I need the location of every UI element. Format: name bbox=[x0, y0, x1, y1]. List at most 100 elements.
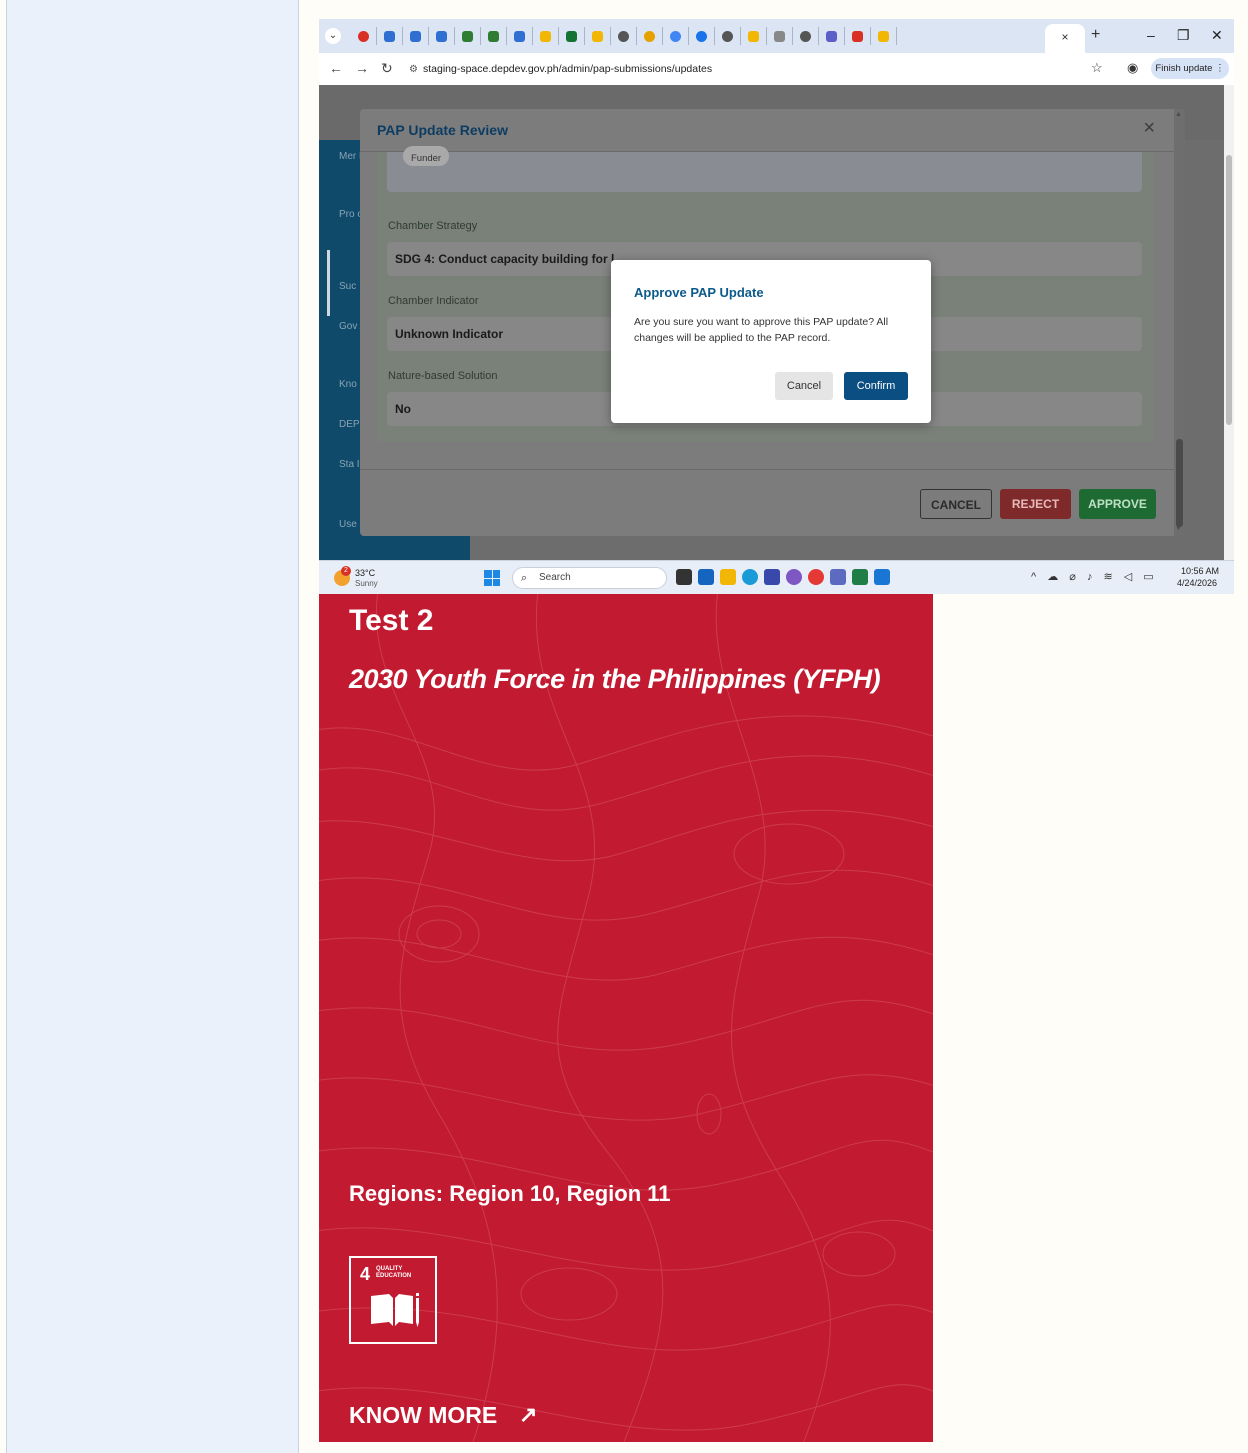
back-arrow-icon[interactable]: ← bbox=[329, 60, 343, 76]
tab-close-icon[interactable]: × bbox=[1061, 30, 1068, 44]
clock-time[interactable]: 10:56 AM bbox=[1181, 566, 1219, 576]
sdg-4-quality-education-badge: 4 QUALITY EDUCATION bbox=[349, 1256, 437, 1344]
sidebar-item[interactable]: Suc bbox=[339, 280, 356, 293]
forward-arrow-icon[interactable]: → bbox=[355, 60, 369, 76]
modal-close-icon[interactable]: × bbox=[1143, 117, 1155, 140]
tab[interactable] bbox=[819, 27, 845, 45]
scroll-up-icon[interactable]: ▲ bbox=[1175, 111, 1182, 118]
clock-date[interactable]: 4/24/2026 bbox=[1177, 578, 1217, 588]
url-field[interactable]: ⚙ staging-space.depdev.gov.ph/admin/pap-s… bbox=[409, 58, 1089, 80]
tab[interactable] bbox=[871, 27, 897, 45]
cancel-button[interactable]: CANCEL bbox=[920, 489, 992, 519]
new-tab-button[interactable]: + bbox=[1091, 26, 1100, 44]
sdg-label-line-1: QUALITY bbox=[376, 1266, 403, 1272]
search-label: Search bbox=[539, 572, 571, 583]
restore-button[interactable]: ❐ bbox=[1177, 27, 1190, 44]
dialog-title: Approve PAP Update bbox=[634, 285, 764, 300]
tab[interactable] bbox=[481, 27, 507, 45]
file-explorer-icon[interactable] bbox=[720, 569, 736, 585]
page-scrollbar-thumb[interactable] bbox=[1226, 155, 1232, 425]
tab[interactable] bbox=[351, 27, 377, 45]
dialog-message: Are you sure you want to approve this PA… bbox=[634, 316, 889, 344]
funder-field: Funder bbox=[387, 146, 1142, 192]
app-area: Mer Req Pro or F Ma Suc Gov Are Kno DEP … bbox=[319, 85, 1234, 560]
tab[interactable] bbox=[741, 27, 767, 45]
chamber-indicator-label: Chamber Indicator bbox=[388, 295, 479, 307]
know-more-link[interactable]: KNOW MORE bbox=[349, 1402, 497, 1429]
excel-icon[interactable] bbox=[852, 569, 868, 585]
tab[interactable] bbox=[403, 27, 429, 45]
tab-list bbox=[351, 27, 897, 45]
sidebar-active-indicator bbox=[327, 250, 330, 316]
finish-update-label: Finish update bbox=[1155, 63, 1213, 74]
tab-strip: ⌄ × + – ❐ ✕ bbox=[319, 19, 1234, 53]
store-icon[interactable] bbox=[698, 569, 714, 585]
dialog-confirm-button[interactable]: Confirm bbox=[844, 372, 908, 400]
sidebar-item[interactable]: Kno bbox=[339, 378, 357, 391]
finish-update-button[interactable]: Finish update ⋮ bbox=[1151, 58, 1229, 79]
chamber-strategy-label: Chamber Strategy bbox=[388, 220, 478, 232]
close-window-button[interactable]: ✕ bbox=[1211, 27, 1223, 44]
browser-screenshot: ⌄ × + – ❐ ✕ ← → ↻ ⚙ staging-space.depdev… bbox=[319, 19, 1234, 594]
modal-title: PAP Update Review bbox=[377, 122, 508, 138]
active-tab[interactable]: × bbox=[1045, 24, 1085, 53]
app-icon[interactable] bbox=[764, 569, 780, 585]
dialog-cancel-button[interactable]: Cancel bbox=[775, 372, 833, 400]
tab-search-icon[interactable]: ⌄ bbox=[325, 28, 341, 44]
tab[interactable] bbox=[533, 27, 559, 45]
edge-icon[interactable] bbox=[742, 569, 758, 585]
tab[interactable] bbox=[663, 27, 689, 45]
sidebar-item[interactable]: DEP bbox=[339, 418, 360, 431]
tab[interactable] bbox=[689, 27, 715, 45]
nature-based-solution-label: Nature-based Solution bbox=[388, 370, 498, 382]
system-tray-icons[interactable]: ^ ☁ ⌀ ♪ ≋ ◁ ▭ bbox=[1031, 570, 1158, 583]
tab[interactable] bbox=[767, 27, 793, 45]
app-icon[interactable] bbox=[874, 569, 890, 585]
tab[interactable] bbox=[793, 27, 819, 45]
tab[interactable] bbox=[715, 27, 741, 45]
scroll-down-icon[interactable]: ▼ bbox=[1175, 525, 1182, 532]
minimize-button[interactable]: – bbox=[1147, 27, 1155, 43]
sdg-label: QUALITY EDUCATION bbox=[376, 1266, 411, 1280]
url-text: staging-space.depdev.gov.ph/admin/pap-su… bbox=[422, 63, 713, 75]
tab[interactable] bbox=[455, 27, 481, 45]
funder-chip: Funder bbox=[403, 146, 450, 166]
tab[interactable] bbox=[559, 27, 585, 45]
windows-start-icon[interactable] bbox=[484, 570, 500, 586]
task-view-icon[interactable] bbox=[676, 569, 692, 585]
search-icon: ⌕ bbox=[521, 572, 528, 584]
arrow-up-right-icon[interactable]: ↗ bbox=[519, 1402, 537, 1428]
project-card: Test 2 2030 Youth Force in the Philippin… bbox=[319, 594, 933, 1442]
approve-confirm-dialog: Approve PAP Update Are you sure you want… bbox=[611, 260, 931, 423]
taskbar-search[interactable]: ⌕ Search bbox=[512, 567, 667, 589]
tab[interactable] bbox=[585, 27, 611, 45]
profile-icon[interactable]: ◉ bbox=[1127, 60, 1138, 76]
tab[interactable] bbox=[845, 27, 871, 45]
card-title: Test 2 bbox=[349, 604, 434, 637]
modal-scrollbar-thumb[interactable] bbox=[1176, 439, 1183, 527]
tab[interactable] bbox=[507, 27, 533, 45]
tab[interactable] bbox=[611, 27, 637, 45]
sidebar-item[interactable]: Use bbox=[339, 518, 357, 531]
weather-temp: 33°C bbox=[355, 568, 376, 578]
sdg-number: 4 bbox=[360, 1264, 371, 1284]
tab[interactable] bbox=[429, 27, 455, 45]
reload-icon[interactable]: ↻ bbox=[381, 60, 393, 77]
reject-button[interactable]: REJECT bbox=[1000, 489, 1071, 519]
bookmark-star-icon[interactable]: ☆ bbox=[1091, 60, 1103, 76]
chrome-icon[interactable] bbox=[808, 569, 824, 585]
app-icon[interactable] bbox=[786, 569, 802, 585]
modal-scrollbar[interactable]: ▲ ▼ bbox=[1174, 109, 1185, 536]
book-pencil-icon bbox=[371, 1293, 419, 1327]
card-regions: Regions: Region 10, Region 11 bbox=[349, 1181, 671, 1206]
address-bar: ← → ↻ ⚙ staging-space.depdev.gov.ph/admin… bbox=[319, 53, 1234, 86]
sdg-label-line-2: EDUCATION bbox=[376, 1273, 412, 1279]
site-info-icon[interactable]: ⚙ bbox=[409, 64, 418, 75]
card-subtitle: 2030 Youth Force in the Philippines (YFP… bbox=[349, 664, 881, 694]
page-scrollbar[interactable] bbox=[1224, 85, 1234, 560]
tab[interactable] bbox=[377, 27, 403, 45]
weather-badge: 2 bbox=[341, 566, 351, 576]
notepad-icon[interactable] bbox=[830, 569, 846, 585]
approve-button[interactable]: APPROVE bbox=[1079, 489, 1156, 519]
tab[interactable] bbox=[637, 27, 663, 45]
